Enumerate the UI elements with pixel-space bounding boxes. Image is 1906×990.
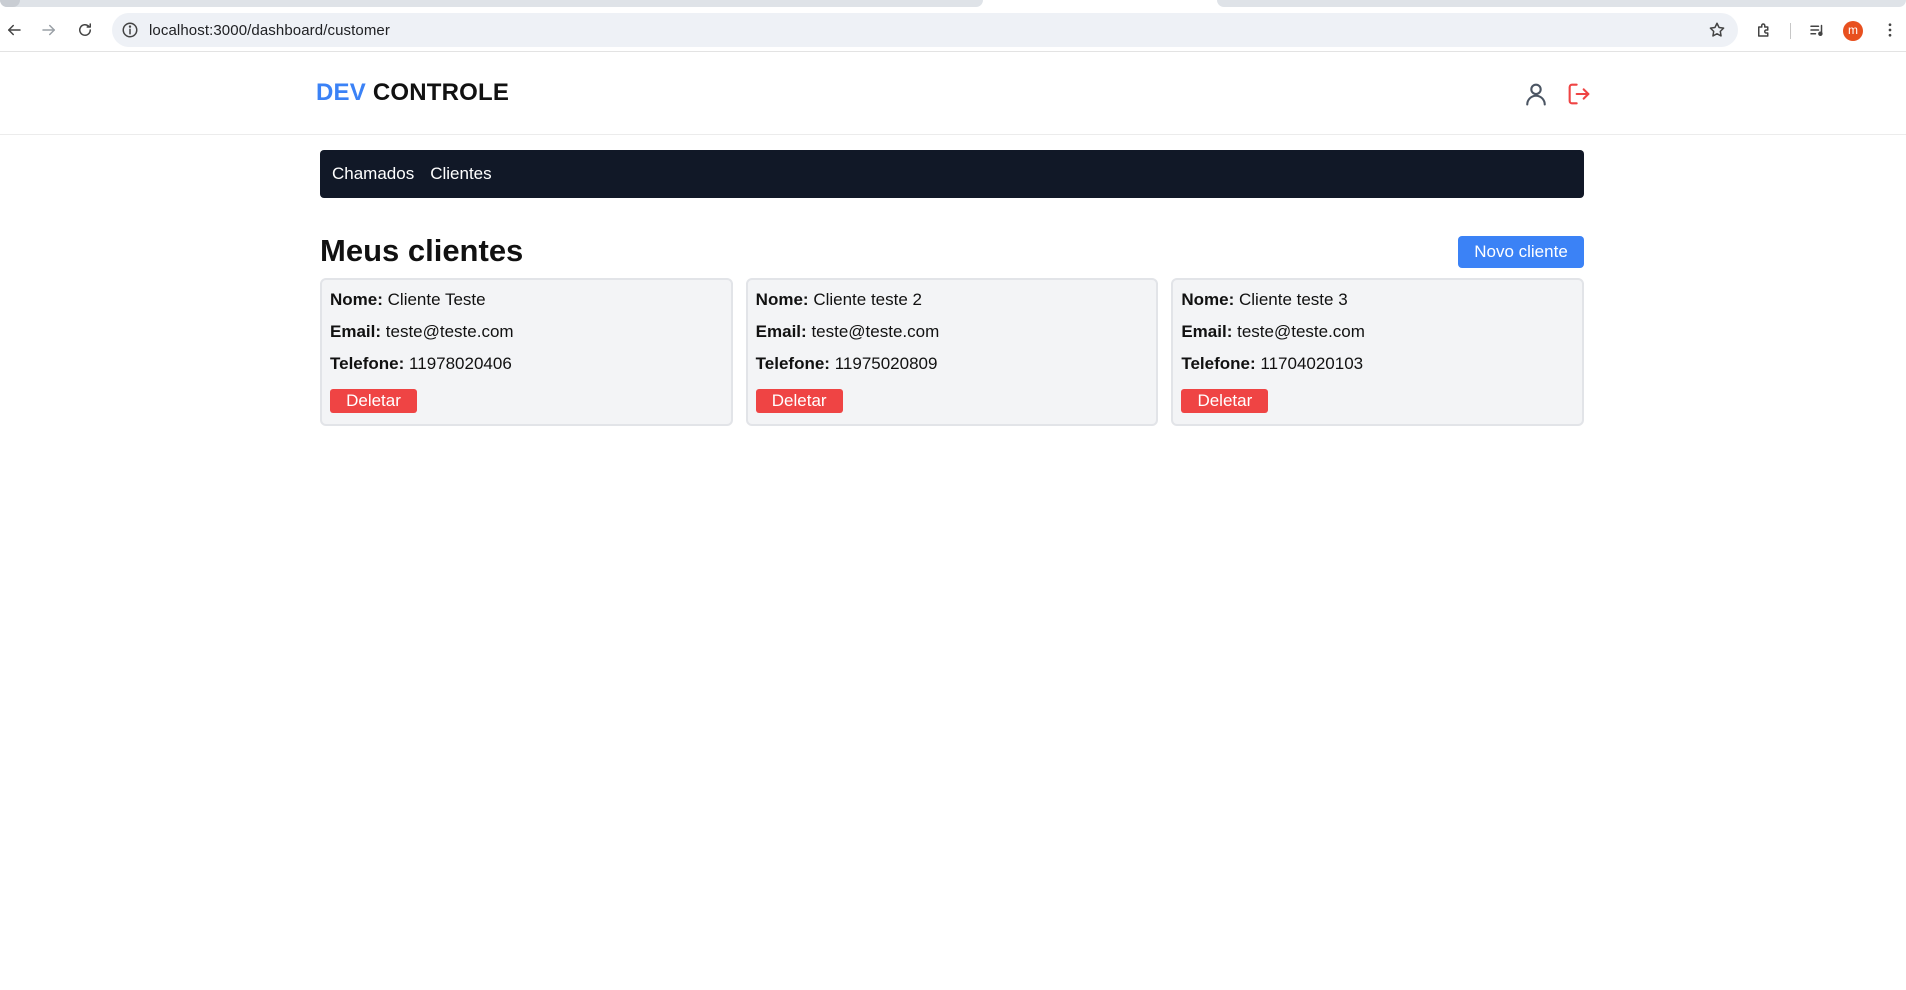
email-label: Email: [330,322,382,341]
name-value: Cliente teste 2 [813,290,922,309]
reload-icon[interactable] [73,18,97,42]
logo[interactable]: DEV CONTROLE [316,79,509,107]
delete-button[interactable]: Deletar [755,389,843,413]
customer-phone: Telefone: 11978020406 [330,354,723,386]
site-info-icon[interactable] [121,21,139,39]
phone-label: Telefone: [1181,354,1256,373]
customer-card: Nome: Cliente teste 2 Email: teste@teste… [745,278,1159,426]
toolbar-separator [1790,23,1791,39]
name-label: Nome: [330,290,383,309]
name-label: Nome: [1181,290,1235,309]
dashboard-nav: Chamados Clientes [320,150,1584,198]
customer-list: Nome: Cliente Teste Email: teste@teste.c… [320,278,1585,426]
phone-label: Telefone: [755,354,830,373]
customer-phone: Telefone: 11975020809 [756,354,1149,386]
forward-arrow-icon[interactable] [37,18,61,42]
email-value: teste@teste.com [1237,322,1365,341]
logo-controle-text: CONTROLE [365,79,510,106]
page-title: Meus clientes [320,233,524,268]
address-bar[interactable]: localhost:3000/dashboard/customer [112,13,1738,47]
profile-avatar[interactable]: m [1843,21,1863,41]
customer-name: Nome: Cliente teste 2 [756,290,1149,322]
name-value: Cliente teste 3 [1238,290,1348,309]
delete-button[interactable]: Deletar [330,389,417,413]
logout-icon[interactable] [1565,80,1593,108]
phone-value: 11704020103 [1260,354,1364,373]
nav-item-chamados[interactable]: Chamados [332,164,414,184]
email-value: teste@teste.com [811,322,940,341]
customer-email: Email: teste@teste.com [1181,322,1574,354]
delete-button[interactable]: Deletar [1181,389,1269,413]
kebab-menu-icon[interactable] [1878,18,1902,42]
customer-card: Nome: Cliente teste 3 Email: teste@teste… [1171,278,1585,426]
customer-email: Email: teste@teste.com [330,322,723,354]
name-label: Nome: [755,290,809,309]
customer-name: Nome: Cliente teste 3 [1181,290,1574,322]
customer-phone: Telefone: 11704020103 [1181,354,1574,386]
back-arrow-icon[interactable] [2,18,26,42]
extensions-puzzle-icon[interactable] [1752,18,1776,42]
phone-value: 11978020406 [409,354,512,373]
browser-tab[interactable] [1217,0,1906,7]
phone-value: 11975020809 [834,354,938,373]
nav-item-clientes[interactable]: Clientes [430,164,491,184]
phone-label: Telefone: [330,354,405,373]
browser-tab-strip [0,0,1906,8]
customer-name: Nome: Cliente Teste [330,290,723,322]
email-value: teste@teste.com [385,322,514,341]
logo-dev-text: DEV [316,79,366,106]
user-icon[interactable] [1522,80,1550,108]
customer-card: Nome: Cliente Teste Email: teste@teste.c… [320,278,733,426]
url-text: localhost:3000/dashboard/customer [149,22,390,39]
name-value: Cliente Teste [387,290,486,309]
browser-tab[interactable] [0,0,983,7]
browser-toolbar: localhost:3000/dashboard/customer m [0,8,1906,52]
email-label: Email: [1181,322,1233,341]
media-controls-icon[interactable] [1805,18,1829,42]
new-customer-button[interactable]: Novo cliente [1458,236,1584,268]
email-label: Email: [755,322,807,341]
customer-email: Email: teste@teste.com [756,322,1149,354]
bookmark-star-icon[interactable] [1708,21,1726,39]
app-header: DEV CONTROLE [0,53,1906,135]
